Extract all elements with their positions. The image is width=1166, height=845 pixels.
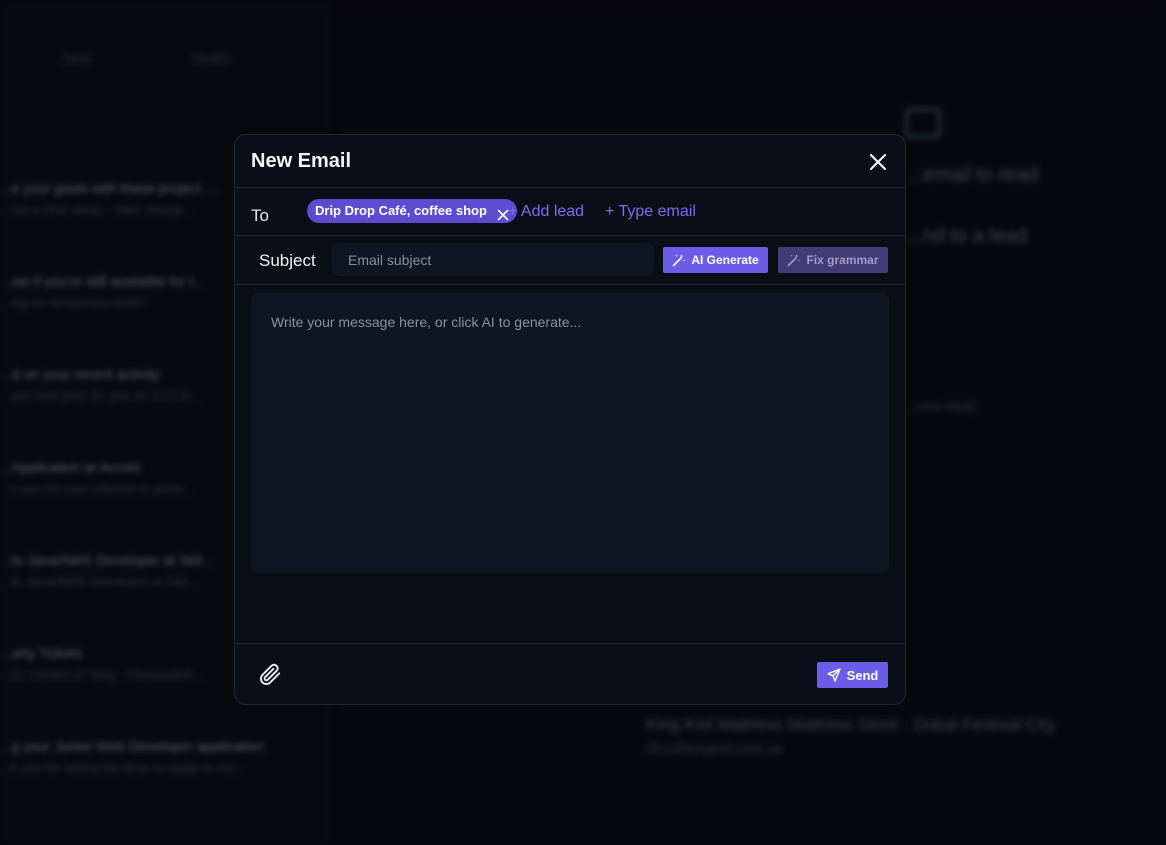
send-label: Send	[846, 667, 879, 683]
ai-generate-label: AI Generate	[691, 253, 759, 267]
new-email-modal: New Email To Drip Drop Café, coffee shop…	[234, 134, 906, 705]
background-empty-subtitle: ...nd to a lead	[906, 225, 1028, 247]
subject-input[interactable]	[332, 243, 654, 276]
fix-grammar-label: Fix grammar	[806, 253, 879, 267]
recipient-chip-label: Drip Drop Café, coffee shop	[315, 203, 487, 218]
close-button[interactable]	[867, 151, 889, 173]
modal-footer: Send	[235, 643, 905, 704]
paperclip-icon	[259, 663, 281, 685]
subject-label: Subject	[259, 251, 316, 270]
send-button[interactable]: Send	[817, 662, 888, 688]
background-empty-title: ...email to read	[906, 164, 1039, 186]
background-tab-drafts: Drafts	[192, 50, 230, 66]
to-label: To	[251, 206, 269, 225]
mail-icon	[905, 108, 941, 138]
paper-plane-icon	[826, 668, 841, 682]
attach-button[interactable]	[257, 661, 283, 687]
recipient-chip[interactable]: Drip Drop Café, coffee shop	[307, 199, 517, 223]
message-body-textarea[interactable]	[251, 293, 889, 573]
modal-header: New Email	[235, 135, 905, 188]
background-list-item: ...g your Junior Web Developer applicati…	[0, 738, 264, 775]
ai-generate-button[interactable]: AI Generate	[663, 247, 768, 273]
modal-title: New Email	[251, 150, 352, 172]
background-tabs: Sent Drafts	[0, 44, 330, 74]
background-lead-title: King Koil Mattress Mattress Store - Duba…	[646, 715, 1056, 734]
add-lead-link[interactable]: + Add lead	[508, 203, 584, 221]
fix-grammar-button[interactable]: Fix grammar	[778, 247, 888, 273]
type-email-link[interactable]: + Type email	[605, 203, 696, 221]
magic-wand-icon	[673, 254, 686, 267]
close-icon	[869, 153, 887, 171]
background-lead-name: ...rma Mall)	[906, 398, 976, 414]
magic-wand-icon	[788, 254, 801, 267]
subject-row: Subject AI Generate Fix grammar	[235, 236, 905, 285]
to-row: To Drip Drop Café, coffee shop + Add lea…	[235, 188, 905, 236]
background-topbar	[0, 0, 1166, 14]
background-tab-sent: Sent	[62, 50, 91, 66]
background-lead-email: dfcc@kingkoil.com.ae	[646, 740, 783, 756]
